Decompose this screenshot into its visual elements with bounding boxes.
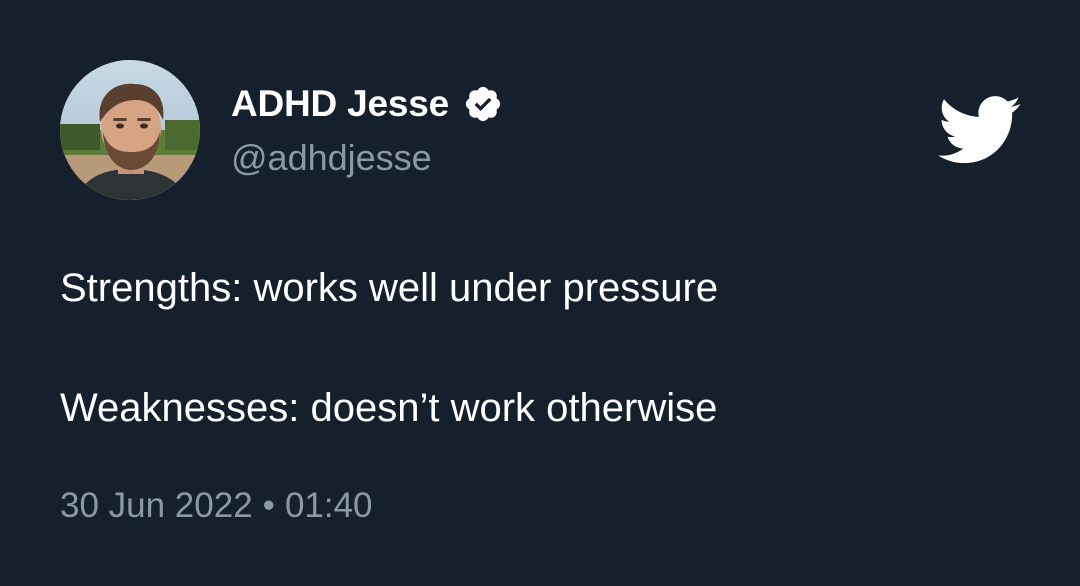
author-name-row: ADHD Jesse — [231, 80, 503, 128]
author-handle[interactable]: @adhdjesse — [231, 134, 432, 182]
tweet-text-spacer — [60, 318, 718, 378]
tweet-text-line-2: Weaknesses: doesn’t work otherwise — [60, 386, 718, 430]
tweet-text-line-1: Strengths: works well under pressure — [60, 266, 719, 310]
tweet-time: 01:40 — [284, 486, 373, 525]
tweet-card: ADHD Jesse @adhdjesse Strengths: works w… — [0, 0, 1080, 586]
display-name[interactable]: ADHD Jesse — [231, 80, 449, 128]
timestamp-separator: • — [262, 486, 275, 525]
twitter-bird-icon — [938, 96, 1022, 164]
verified-badge-icon — [463, 84, 503, 124]
tweet-date: 30 Jun 2022 — [60, 486, 253, 525]
tweet-text: Strengths: works well under pressure Wea… — [60, 258, 718, 438]
avatar[interactable] — [60, 60, 200, 200]
tweet-timestamp[interactable]: 30 Jun 2022 • 01:40 — [60, 482, 373, 530]
avatar-photo — [60, 60, 200, 200]
